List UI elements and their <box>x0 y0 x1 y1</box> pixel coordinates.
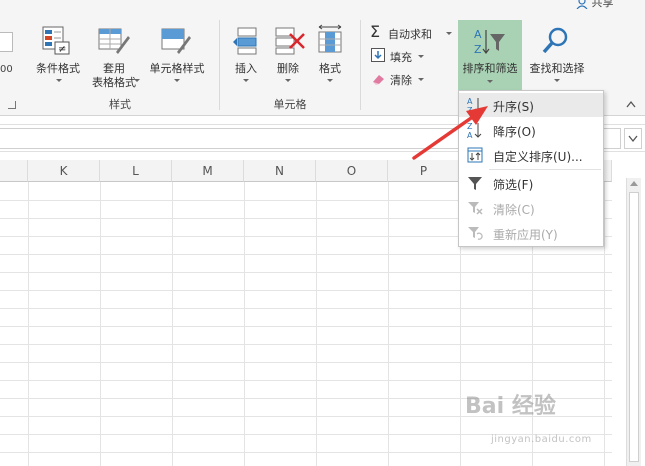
fill-button[interactable]: 填充 <box>368 47 428 65</box>
watermark-main: Bai 经验 <box>465 394 556 419</box>
autosum-label: 自动求和 <box>388 28 432 41</box>
svg-text:A: A <box>474 28 482 41</box>
delete-button[interactable]: 删除 <box>268 24 308 88</box>
share-button[interactable]: 共享 <box>576 0 614 10</box>
partial-number-format: 00 <box>0 64 13 75</box>
grid-line <box>244 182 245 466</box>
autosum-button[interactable]: Σ 自动求和 <box>368 22 456 42</box>
partial-dropdown[interactable] <box>0 32 13 52</box>
clear-button[interactable]: 清除 <box>368 70 428 88</box>
table-format-icon <box>98 28 130 54</box>
cell-styles-label: 单元格样式 <box>149 62 205 75</box>
scroll-up-icon[interactable] <box>630 181 638 186</box>
conditional-format-button[interactable]: ≠ 条件格式 <box>30 24 86 88</box>
menu-item-label: 筛选(F) <box>493 178 534 192</box>
column-header-m[interactable]: M <box>172 160 244 182</box>
grid-line <box>0 308 612 309</box>
chevron-down-icon <box>243 79 249 82</box>
share-label: 共享 <box>591 0 614 9</box>
format-cells-icon <box>318 24 342 53</box>
column-header-left[interactable] <box>0 160 28 182</box>
watermark-sub: jingyan.baidu.com <box>491 434 592 445</box>
menu-item-reapply[interactable]: 重新应用(Y) <box>459 221 603 245</box>
clear-filter-icon <box>468 202 483 215</box>
chevron-down-icon <box>418 78 424 81</box>
eraser-icon <box>373 75 384 85</box>
insert-label: 插入 <box>235 62 257 75</box>
grid-line <box>316 182 317 466</box>
menu-item-filter[interactable]: 筛选(F) <box>459 171 603 195</box>
cell-styles-button[interactable]: 单元格样式 <box>144 24 210 88</box>
sort-filter-icon: A Z <box>474 28 505 56</box>
fill-label: 填充 <box>390 51 412 64</box>
chevron-down-icon <box>174 79 180 82</box>
collapse-ribbon-icon[interactable] <box>626 98 636 111</box>
insert-button[interactable]: 插入 <box>226 24 266 88</box>
chevron-down-icon <box>134 79 140 82</box>
column-header-l[interactable]: L <box>100 160 172 182</box>
clear-label: 清除 <box>390 74 412 87</box>
grid-line <box>0 254 612 255</box>
chevron-down-icon <box>327 79 333 82</box>
grid-line <box>0 344 612 345</box>
format-as-table-button[interactable]: 套用 表格格式 <box>84 24 144 92</box>
menu-item-label: 清除(C) <box>493 203 535 217</box>
ribbon-separator <box>360 20 361 110</box>
chevron-down-icon <box>628 135 638 143</box>
chevron-down-icon <box>285 79 291 82</box>
chevron-down-icon <box>56 79 62 82</box>
grid-line <box>0 272 612 273</box>
grid-line <box>0 290 612 291</box>
sort-filter-button[interactable]: A Z 排序和筛选 <box>458 20 522 90</box>
search-icon <box>542 27 568 54</box>
svg-text:≠: ≠ <box>58 44 66 55</box>
grid-line <box>0 380 612 381</box>
grid-line <box>388 182 389 466</box>
grid-line <box>100 182 101 466</box>
chevron-down-icon <box>554 79 560 82</box>
annotation-arrow <box>412 106 488 160</box>
cell-styles-icon <box>161 28 191 54</box>
find-select-button[interactable]: 查找和选择 <box>524 24 590 88</box>
reapply-filter-icon <box>468 227 483 240</box>
chevron-down-icon <box>487 80 493 83</box>
format-label: 格式 <box>319 62 341 75</box>
format-as-table-label-2: 表格格式 <box>92 76 136 89</box>
expand-formula-button[interactable] <box>624 128 642 149</box>
cells-group-label: 单元格 <box>273 98 307 111</box>
grid-line <box>0 326 612 327</box>
ribbon-separator <box>219 20 220 110</box>
person-icon <box>576 0 588 10</box>
watermark: Bai 经验 jingyan.baidu.com <box>465 388 635 458</box>
fill-down-icon <box>371 48 385 62</box>
menu-separator <box>489 169 601 170</box>
column-header-o[interactable]: O <box>316 160 388 182</box>
grid-line <box>0 362 612 363</box>
column-header-n[interactable]: N <box>244 160 316 182</box>
conditional-format-icon: ≠ <box>42 26 70 55</box>
dialog-launcher-icon[interactable] <box>8 101 16 109</box>
menu-item-label: 重新应用(Y) <box>493 228 558 242</box>
sigma-icon: Σ <box>370 22 381 41</box>
grid-line <box>28 182 29 466</box>
styles-group-label: 样式 <box>109 98 131 111</box>
menu-item-clear-filter[interactable]: 清除(C) <box>459 196 603 220</box>
insert-cells-icon <box>233 27 257 55</box>
chevron-down-icon <box>418 55 424 58</box>
delete-cells-icon <box>275 27 305 55</box>
filter-icon <box>468 177 482 190</box>
column-header-k[interactable]: K <box>28 160 100 182</box>
delete-label: 删除 <box>277 62 299 75</box>
sort-filter-label: 排序和筛选 <box>462 62 518 75</box>
format-button[interactable]: 格式 <box>310 24 350 88</box>
grid-line <box>172 182 173 466</box>
svg-text:Z: Z <box>474 43 482 56</box>
find-select-label: 查找和选择 <box>529 62 585 75</box>
conditional-format-label: 条件格式 <box>36 62 80 75</box>
chevron-down-icon <box>446 32 452 35</box>
